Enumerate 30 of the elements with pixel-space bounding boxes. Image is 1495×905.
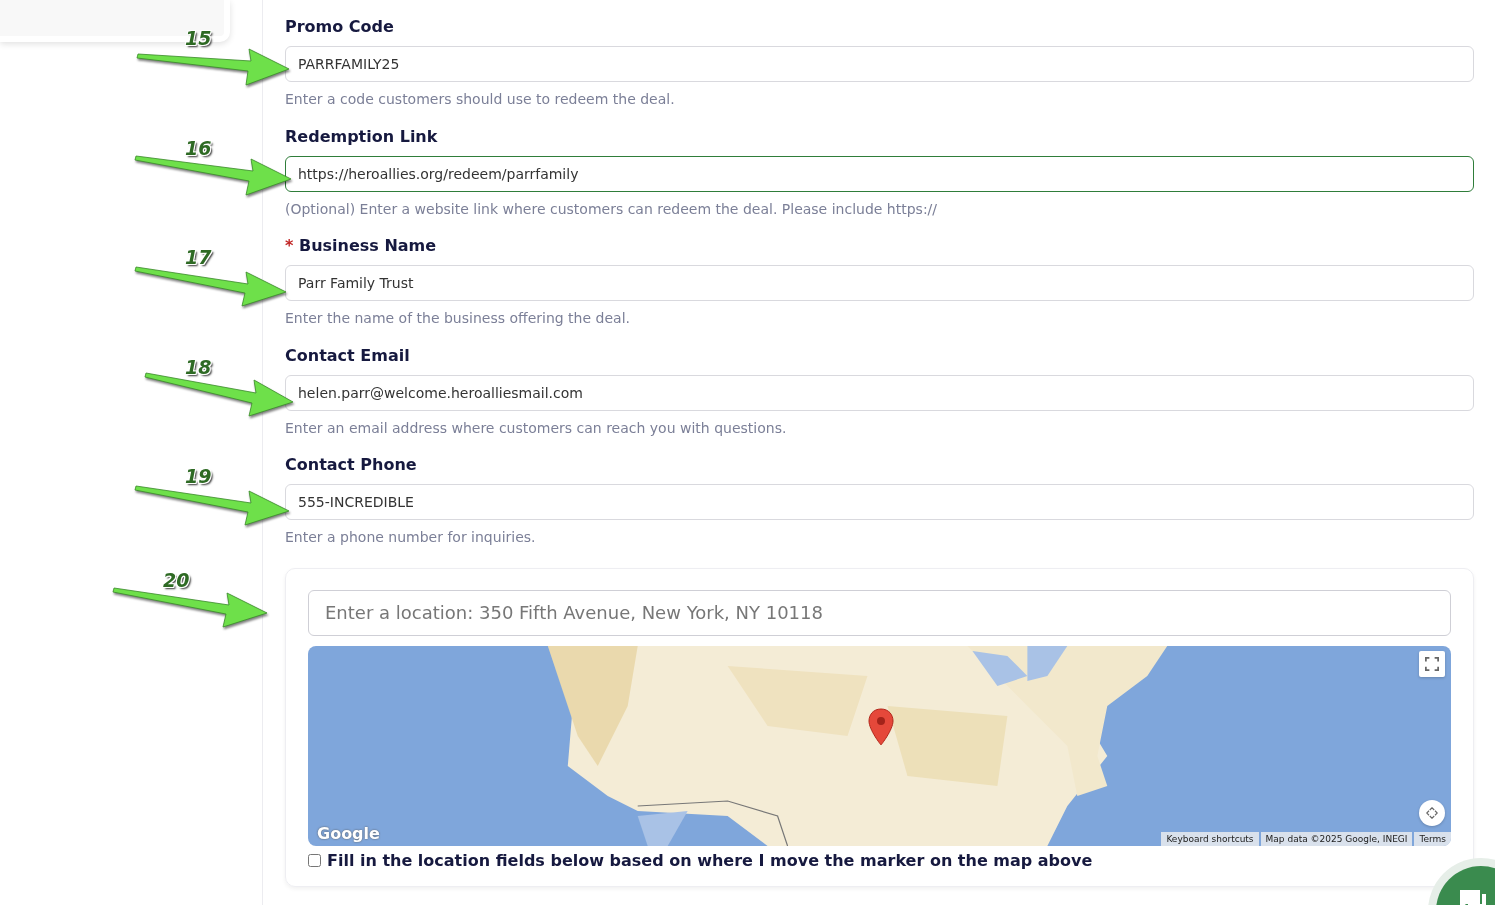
annotation-number: 20	[163, 568, 190, 591]
fullscreen-button[interactable]	[1419, 650, 1445, 677]
map-pin-icon[interactable]	[868, 707, 894, 746]
help-text: Enter a code customers should use to redeem the deal.	[285, 91, 676, 107]
annotation-number: 17	[185, 246, 212, 268]
required-field-label: * Business Name	[285, 236, 438, 257]
annotation-number: 18	[185, 355, 212, 378]
annotation-number: 16	[185, 136, 212, 159]
fullscreen-icon	[1425, 656, 1439, 671]
field-label: Contact Phone	[285, 455, 418, 476]
input-field[interactable]: 555-INCREDIBLE	[285, 484, 1474, 520]
location-field[interactable]: Enter a location: 350 Fifth Avenue, New York, NY 10118	[308, 589, 1451, 636]
field-label: Contact Email	[285, 345, 411, 367]
input-field[interactable]: Parr Family Trust	[285, 265, 1474, 301]
checkbox-label: Fill in the location fields below based on where I move the marker on the map above	[327, 850, 1093, 870]
checkbox[interactable]	[308, 853, 321, 867]
input-field[interactable]: PARRFAMILY25	[285, 46, 1474, 82]
move-icon	[1426, 806, 1438, 819]
map-logo: Google	[317, 823, 380, 843]
annotation-number: 19	[185, 465, 212, 487]
help-text: Enter the name of the business offering the deal.	[285, 310, 631, 326]
help-text: (Optional) Enter a website link where customers can redeem the deal. Please include https://	[285, 200, 939, 217]
input-field[interactable]: helen.parr@welcome.heroalliesmail.com	[285, 374, 1474, 411]
help-text: Enter an email address where customers can reach you with questions.	[285, 419, 788, 436]
field-label: Promo Code	[285, 17, 395, 38]
field-label: Redemption Link	[285, 126, 439, 148]
chat-icon	[1458, 888, 1488, 905]
input-field[interactable]: https://heroallies.org/redeem/parrfamily	[285, 155, 1474, 192]
help-text: Enter a phone number for inquiries.	[285, 529, 537, 545]
annotation-number: 15	[185, 27, 212, 49]
